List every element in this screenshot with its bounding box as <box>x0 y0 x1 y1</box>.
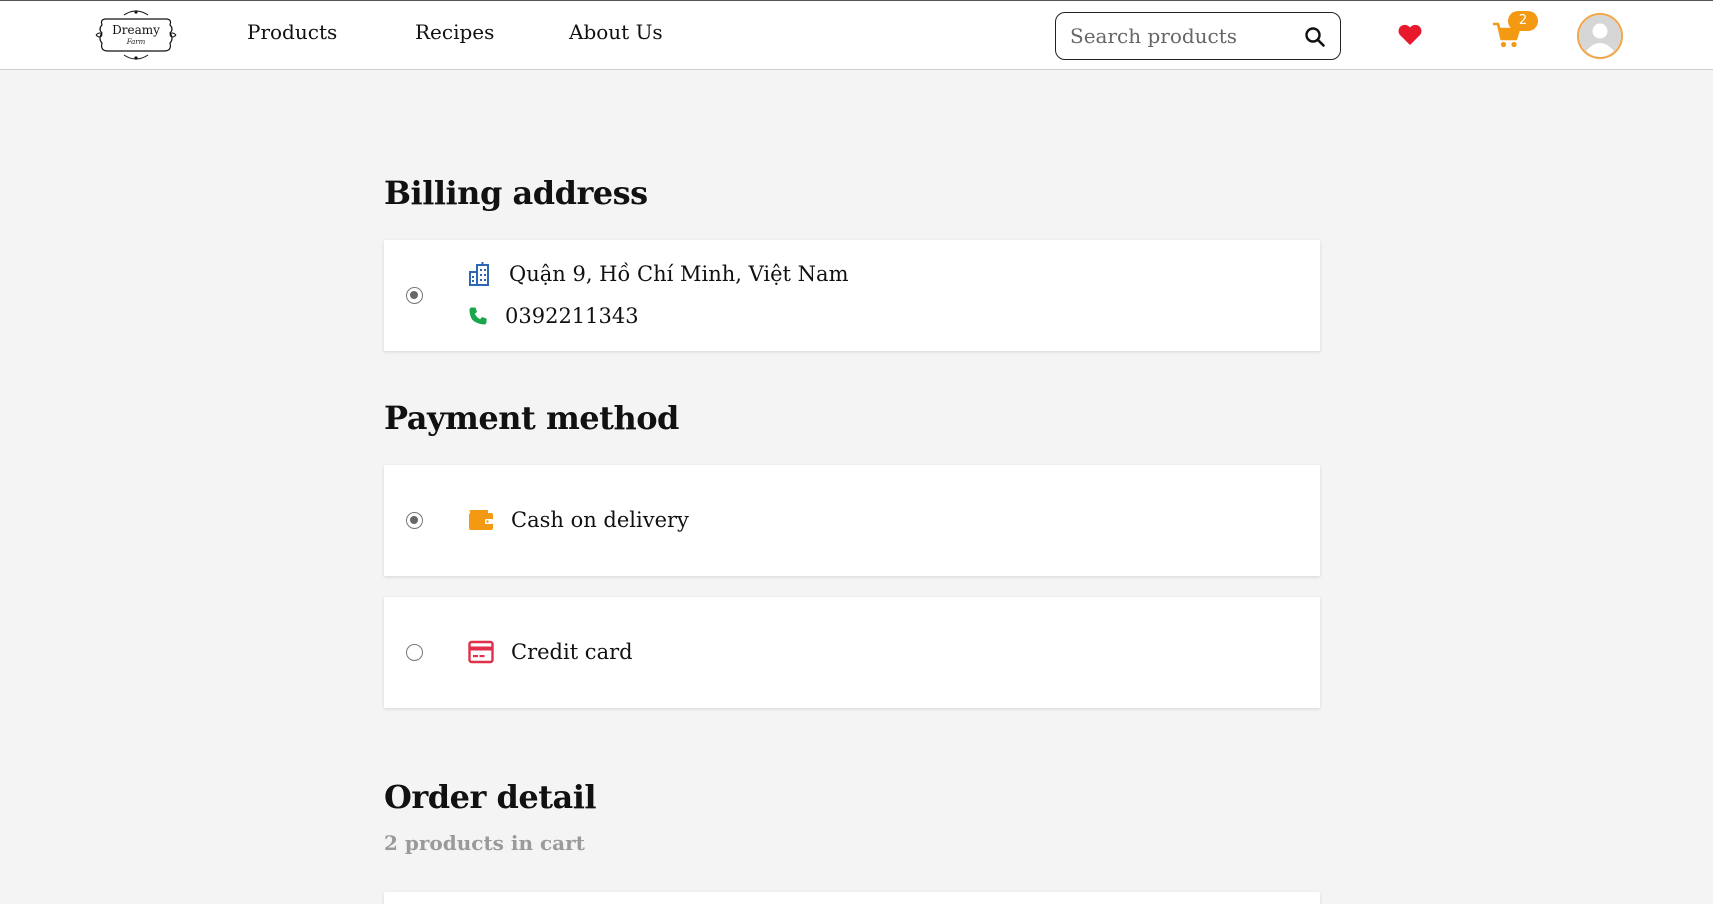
credit-card-icon <box>468 640 494 664</box>
billing-address-card[interactable]: Quận 9, Hồ Chí Minh, Việt Nam 0392211343 <box>384 240 1320 351</box>
nav-about-us[interactable]: About Us <box>569 20 663 44</box>
payment-option-credit-card[interactable]: Credit card <box>384 597 1320 708</box>
payment-method-title: Payment method <box>384 399 679 437</box>
phone-icon <box>469 307 487 325</box>
order-detail-title: Order detail <box>384 778 597 816</box>
cart-product-count: 2 products in cart <box>384 831 585 855</box>
search-box <box>1055 12 1341 60</box>
payment-cash-label: Cash on delivery <box>511 508 689 532</box>
logo-main-text: Dreamy <box>112 23 160 37</box>
search-icon[interactable] <box>1304 26 1326 48</box>
billing-address-text: Quận 9, Hồ Chí Minh, Việt Nam <box>509 262 849 286</box>
nav-products[interactable]: Products <box>247 20 337 44</box>
payment-cash-radio[interactable] <box>406 512 423 529</box>
brand-logo[interactable]: Dreamy Farm <box>94 7 178 63</box>
cart-count-badge: 2 <box>1508 11 1538 31</box>
payment-option-cash[interactable]: Cash on delivery <box>384 465 1320 576</box>
billing-address-title: Billing address <box>384 174 648 212</box>
search-input[interactable] <box>1070 23 1290 49</box>
building-icon <box>469 262 489 286</box>
top-navigation-bar: Dreamy Farm Products Recipes About Us 2 <box>0 0 1713 70</box>
payment-credit-card-radio[interactable] <box>406 644 423 661</box>
avatar-icon <box>1579 15 1621 57</box>
billing-address-radio[interactable] <box>406 287 423 304</box>
logo-sub-text: Farm <box>126 38 146 46</box>
billing-phone-text: 0392211343 <box>505 304 639 328</box>
wallet-icon <box>469 510 493 530</box>
nav-recipes[interactable]: Recipes <box>415 20 494 44</box>
heart-icon[interactable] <box>1397 23 1423 47</box>
order-detail-card <box>384 892 1320 904</box>
avatar[interactable] <box>1577 13 1623 59</box>
payment-credit-card-label: Credit card <box>511 640 633 664</box>
